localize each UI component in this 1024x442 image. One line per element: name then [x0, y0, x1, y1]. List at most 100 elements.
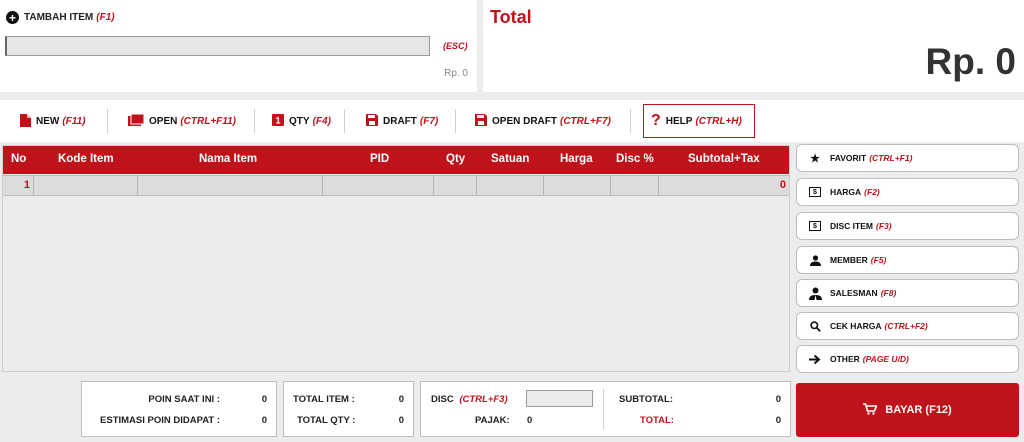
add-item-input[interactable]: [5, 36, 430, 56]
column-header[interactable]: No: [11, 153, 26, 165]
total-item-label: TOTAL ITEM :: [293, 394, 355, 405]
harga-label: HARGA: [830, 187, 862, 197]
subtotal-value: 0: [775, 394, 781, 405]
total-value: Rp. 0: [925, 41, 1016, 82]
column-header[interactable]: Disc %: [616, 153, 654, 165]
dollar-icon: $: [808, 187, 822, 197]
cell-satuan[interactable]: [477, 176, 544, 195]
cell-no[interactable]: 1: [3, 176, 34, 195]
arrow-right-icon: [808, 354, 822, 365]
cell-kode[interactable]: [34, 176, 138, 195]
column-header[interactable]: Nama Item: [199, 153, 257, 165]
points-box: POIN SAAT INI : 0 ESTIMASI POIN DIDAPAT …: [81, 381, 277, 437]
question-icon: ?: [651, 112, 661, 129]
save-icon: [366, 114, 378, 129]
star-icon: ★: [810, 152, 820, 165]
pajak-value: 0: [527, 415, 533, 426]
disc-item-label: DISC ITEM: [830, 221, 873, 231]
svg-text:1: 1: [275, 116, 280, 126]
total-qty-label: TOTAL QTY :: [297, 415, 356, 426]
total-panel: Total Rp. 0: [483, 0, 1024, 92]
salesman-button[interactable]: SALESMAN (F8): [796, 279, 1019, 307]
disc-item-shortcut: (F3): [875, 221, 892, 231]
draft-shortcut: (F7): [419, 116, 439, 127]
qty-button[interactable]: 1 QTY (F4): [272, 105, 331, 138]
column-header[interactable]: Qty: [446, 153, 465, 165]
cart-icon: [863, 402, 878, 418]
toolbar: NEW (F11) OPEN (CTRL+F11) 1 QTY (F4) DRA…: [0, 100, 1024, 142]
cell-nama[interactable]: [138, 176, 323, 195]
pajak-label: PAJAK:: [475, 415, 510, 426]
cek-harga-shortcut: (CTRL+F2): [884, 321, 928, 331]
other-button[interactable]: OTHER (PAGE U/D): [796, 345, 1019, 373]
open-button[interactable]: OPEN (CTRL+F11): [128, 105, 236, 138]
salesman-label: SALESMAN: [830, 288, 878, 298]
disc-item-button[interactable]: $ DISC ITEM (F3): [796, 212, 1019, 240]
member-shortcut: (F5): [870, 255, 887, 265]
disc-label: DISC (CTRL+F3): [431, 394, 508, 405]
cell-pid[interactable]: [323, 176, 434, 195]
other-shortcut: (PAGE U/D): [862, 354, 909, 364]
qty-label: QTY: [289, 116, 310, 127]
cell-disc[interactable]: [611, 176, 659, 195]
new-label: NEW: [36, 116, 60, 127]
totals-box: DISC (CTRL+F3) PAJAK: 0 SUBTOTAL: 0 TOTA…: [420, 381, 791, 437]
add-item-header: + TAMBAH ITEM (F1): [6, 11, 115, 24]
column-header[interactable]: Harga: [560, 153, 593, 165]
help-shortcut: (CTRL+H): [695, 115, 742, 127]
cell-subtotal[interactable]: 0: [659, 176, 789, 195]
new-button[interactable]: NEW (F11): [20, 105, 86, 138]
estimasi-label: ESTIMASI POIN DIDAPAT :: [100, 415, 220, 426]
column-header[interactable]: PID: [370, 153, 389, 165]
column-header[interactable]: Subtotal+Tax: [688, 153, 760, 165]
dollar-icon: $: [808, 221, 822, 231]
esc-label[interactable]: (ESC): [443, 41, 468, 51]
toolbar-separator: [344, 109, 345, 133]
open-shortcut: (CTRL+F11): [180, 116, 236, 127]
file-icon: [20, 113, 31, 130]
column-header[interactable]: Satuan: [491, 153, 529, 165]
table-header: No Kode Item Nama Item PID Qty Satuan Ha…: [3, 146, 789, 174]
harga-button[interactable]: $ HARGA (F2): [796, 178, 1019, 206]
cek-harga-button[interactable]: CEK HARGA (CTRL+F2): [796, 312, 1019, 340]
save-icon: [475, 114, 487, 129]
salesman-icon: [808, 287, 822, 300]
table-row[interactable]: 1 0: [3, 175, 789, 196]
folder-icon: [128, 113, 145, 129]
favorit-shortcut: (CTRL+F1): [869, 153, 913, 163]
column-header[interactable]: Kode Item: [58, 153, 114, 165]
disc-shortcut: (CTRL+F3): [459, 394, 508, 405]
help-button[interactable]: ? HELP (CTRL+H): [643, 104, 755, 138]
member-button[interactable]: MEMBER (F5): [796, 246, 1019, 274]
toolbar-separator: [107, 109, 108, 133]
items-summary-box: TOTAL ITEM : 0 TOTAL QTY : 0: [283, 381, 414, 437]
disc-input[interactable]: [526, 390, 593, 407]
favorit-button[interactable]: ★ FAVORIT (CTRL+F1): [796, 144, 1019, 172]
new-shortcut: (F11): [62, 116, 86, 127]
cell-harga[interactable]: [544, 176, 611, 195]
open-label: OPEN: [149, 116, 178, 127]
estimasi-value: 0: [261, 415, 267, 426]
open-draft-button[interactable]: OPEN DRAFT (CTRL+F7): [475, 105, 611, 138]
open-draft-shortcut: (CTRL+F7): [560, 116, 611, 127]
cek-harga-label: CEK HARGA: [830, 321, 882, 331]
toolbar-separator: [455, 109, 456, 133]
user-icon: [808, 254, 822, 266]
draft-button[interactable]: DRAFT (F7): [366, 105, 438, 138]
toolbar-separator: [630, 109, 631, 133]
poin-label: POIN SAAT INI :: [148, 394, 220, 405]
add-item-panel: + TAMBAH ITEM (F1) (ESC) Rp. 0: [0, 0, 477, 92]
subtotal-label: SUBTOTAL:: [619, 394, 674, 405]
cell-qty[interactable]: [434, 176, 477, 195]
toolbar-separator: [254, 109, 255, 133]
summary-divider: [603, 389, 604, 429]
bayar-button[interactable]: BAYAR (F12): [796, 383, 1019, 437]
plus-circle-icon: +: [6, 11, 19, 24]
poin-value: 0: [261, 394, 267, 405]
other-label: OTHER: [830, 354, 860, 364]
help-label: HELP: [665, 115, 693, 127]
total-label: Total: [490, 7, 532, 27]
search-icon: [808, 320, 822, 332]
favorit-label: FAVORIT: [830, 153, 867, 163]
grand-total-value: 0: [775, 415, 781, 426]
